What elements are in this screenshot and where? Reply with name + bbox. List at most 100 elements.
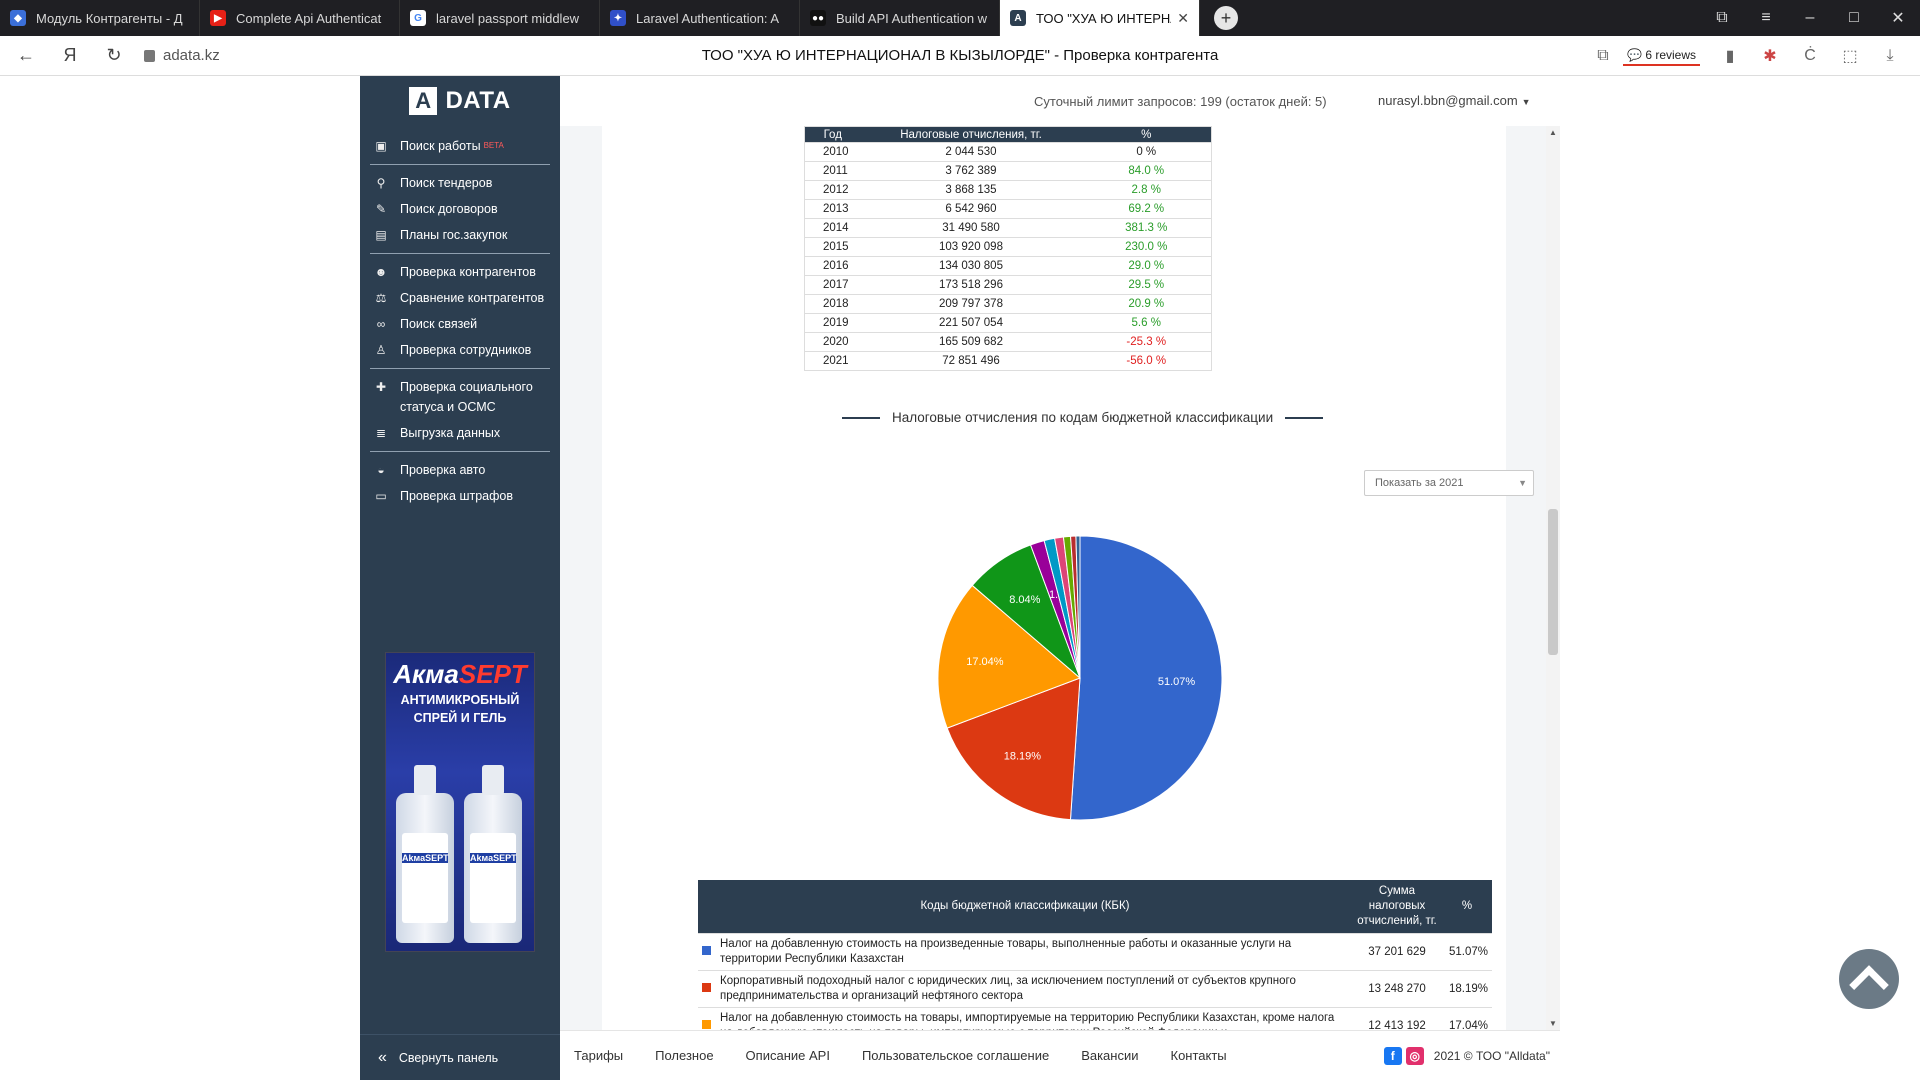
advertisement-banner[interactable]: АкмаSEPT АНТИМИКРОБНЫЙ СПРЕЙ И ГЕЛЬ Akмa… xyxy=(385,652,535,952)
year-table-cell-year: 2021 xyxy=(804,351,861,371)
menu-icon[interactable]: ≡ xyxy=(1744,9,1788,27)
sidebar-item[interactable]: ☻ Проверка контрагентов xyxy=(360,262,560,282)
sidebar-item[interactable]: ⚲ Поиск тендеров xyxy=(360,173,560,193)
footer-link[interactable]: Вакансии xyxy=(1081,1048,1138,1063)
sidebar-item[interactable]: ▭ Проверка штрафов xyxy=(360,486,560,506)
scroll-to-top-button[interactable] xyxy=(1839,949,1899,1009)
url-text: adata.kz xyxy=(163,47,220,64)
title-rule-left xyxy=(842,416,880,419)
maximize-icon[interactable]: □ xyxy=(1832,9,1876,27)
tab-menu-icon[interactable]: ⧉ xyxy=(1700,9,1744,27)
scales-icon: ⚖ xyxy=(375,291,387,305)
spray-bottle-image: AkмaSEPT xyxy=(464,765,522,943)
sidebar-item[interactable]: ◒ Проверка авто xyxy=(360,460,560,480)
contract-icon: ✎ xyxy=(375,202,387,216)
sidebar-item[interactable]: ▣ Поиск работы BETA xyxy=(360,136,560,156)
pie-slice-label: 8.04% xyxy=(1009,594,1040,606)
reload-icon[interactable]: ↻ xyxy=(96,45,132,66)
reviews-badge[interactable]: 💬 6 reviews xyxy=(1623,46,1700,66)
year-column-header: Год xyxy=(804,126,861,143)
sidebar-item[interactable]: ▤ Планы гос.закупок xyxy=(360,225,560,245)
kbk-cell-pct: 18.19% xyxy=(1442,970,1492,1008)
kbk-cell-sum: 13 248 270 xyxy=(1352,970,1442,1008)
year-select[interactable]: Показать за 2021 ▼ xyxy=(1364,470,1534,496)
back-icon[interactable]: ← xyxy=(8,45,44,66)
sidebar: A DATA ▣ Поиск работы BETA ⚲ Поиск тендеров ✎… xyxy=(360,76,560,1080)
pie-slice[interactable] xyxy=(1069,535,1223,821)
browser-tab[interactable]: ●● Build API Authentication w xyxy=(800,0,1000,36)
table-row: Корпоративный подоходный налог с юридиче… xyxy=(698,970,1492,1008)
year-table-cell-amount: 31 490 580 xyxy=(860,218,1082,238)
sidebar-item-label: Сравнение контрагентов xyxy=(400,291,545,305)
year-table-cell-pct: 84.0 % xyxy=(1081,161,1212,181)
bookmark-icon[interactable]: ▮ xyxy=(1710,46,1750,66)
title-rule-right xyxy=(1285,416,1324,419)
footer-link[interactable]: Контакты xyxy=(1171,1048,1227,1063)
tab-favicon-icon: ▶ xyxy=(210,10,226,26)
footer-link[interactable]: Описание API xyxy=(746,1048,830,1063)
footer-link[interactable]: Тарифы xyxy=(574,1048,623,1063)
main-content: Год Налоговые отчисления, тг. % 2010 2 04… xyxy=(560,126,1560,1030)
browser-tab[interactable]: ✦ Laravel Authentication: A xyxy=(600,0,800,36)
footer-link[interactable]: Пользовательское соглашение xyxy=(862,1048,1049,1063)
table-row: 2017 173 518 296 29.5 % xyxy=(804,275,1212,295)
instagram-icon[interactable]: ◎ xyxy=(1405,1047,1424,1065)
extension-bug-icon[interactable]: ✱ xyxy=(1750,46,1790,66)
amount-column-header: Налоговые отчисления, тг. xyxy=(860,126,1082,143)
year-table-cell-year: 2017 xyxy=(804,275,861,295)
logo[interactable]: A DATA xyxy=(360,76,560,126)
sidebar-item[interactable]: ⚖ Сравнение контрагентов xyxy=(360,288,560,308)
year-table-cell-amount: 3 762 389 xyxy=(860,161,1082,181)
year-table-cell-amount: 173 518 296 xyxy=(860,275,1082,295)
footer-link[interactable]: Полезное xyxy=(655,1048,713,1063)
percent-column-header: % xyxy=(1081,126,1212,143)
download-icon[interactable]: ⤓ xyxy=(1870,47,1910,65)
scroll-down-icon[interactable]: ▼ xyxy=(1549,1019,1557,1028)
scroll-up-icon[interactable]: ▲ xyxy=(1549,128,1557,137)
sidebar-item[interactable]: ✚ Проверка социального статуса и ОСМС xyxy=(360,377,560,417)
extension-icon[interactable]: Ċ xyxy=(1790,47,1830,65)
scrollbar-thumb[interactable] xyxy=(1548,509,1558,655)
new-tab-button[interactable]: + xyxy=(1214,6,1238,30)
year-table-cell-year: 2014 xyxy=(804,218,861,238)
minimize-icon[interactable]: – xyxy=(1788,9,1832,27)
collapse-panel-label: Свернуть панель xyxy=(398,1050,499,1065)
pie-slice-label: 1. xyxy=(1049,589,1058,601)
collections-icon[interactable]: ⬚ xyxy=(1830,46,1870,66)
page-scrollbar[interactable]: ▲ ▼ xyxy=(1546,126,1560,1030)
legend-swatch xyxy=(702,945,711,955)
address-bar: ← Я ↻ adata.kz ТОО "ХУА Ю ИНТЕРНАЦИОНАЛ … xyxy=(0,36,1920,76)
kbk-cell-pct: 51.07% xyxy=(1442,933,1492,971)
facebook-icon[interactable]: f xyxy=(1383,1047,1402,1065)
caret-down-icon: ▼ xyxy=(1521,97,1531,107)
sidebar-item[interactable]: ≣ Выгрузка данных xyxy=(360,423,560,443)
sidebar-item[interactable]: ✎ Поиск договоров xyxy=(360,199,560,219)
kbk-cell-pct: 17.04% xyxy=(1442,1007,1492,1030)
sidebar-item[interactable]: ♙ Проверка сотрудников xyxy=(360,340,560,360)
url-field[interactable]: adata.kz xyxy=(144,47,220,64)
database-icon: ≣ xyxy=(375,426,387,440)
year-table-cell-pct: -56.0 % xyxy=(1081,351,1212,371)
browser-tab-bar: ◆ Модуль Контрагенты - Д ▶ Complete Api Aut… xyxy=(0,0,1920,36)
table-row: 2018 209 797 378 20.9 % xyxy=(804,294,1212,314)
year-table-cell-pct: 230.0 % xyxy=(1081,237,1212,257)
yandex-icon[interactable]: Я xyxy=(52,45,88,66)
user-email: nurasyl.bbn@gmail.com xyxy=(1378,93,1518,108)
sidebar-item-label: Поиск работы xyxy=(400,139,481,153)
sidebar-item[interactable]: ∞ Поиск связей xyxy=(360,314,560,334)
browser-tab[interactable]: Glaravel passport middlew xyxy=(400,0,600,36)
close-window-icon[interactable]: ✕ xyxy=(1876,8,1920,28)
kbk-section-title: Налоговые отчисления по кодам бюджетной … xyxy=(842,410,1352,425)
sidebar-menu: ▣ Поиск работы BETA ⚲ Поиск тендеров ✎ Поиск д… xyxy=(360,136,560,506)
browser-tab[interactable]: ◆ Модуль Контрагенты - Д xyxy=(0,0,200,36)
collapse-panel-button[interactable]: « Свернуть панель xyxy=(360,1034,560,1080)
tab-favicon-icon: A xyxy=(1010,10,1026,26)
copy-icon[interactable]: ⧉ xyxy=(1583,47,1623,65)
user-menu[interactable]: nurasyl.bbn@gmail.com ▼ xyxy=(1378,93,1531,108)
browser-tab[interactable]: ▶ Complete Api Authenticat xyxy=(200,0,400,36)
kbk-cell-name: Налог на добавленную стоимость на произв… xyxy=(716,933,1352,971)
year-table-cell-year: 2010 xyxy=(804,142,861,162)
browser-tab[interactable]: A ТОО "ХУА Ю ИНТЕРНА ✕ xyxy=(1000,0,1200,36)
sidebar-item-label: Проверка контрагентов xyxy=(400,265,536,279)
close-tab-icon[interactable]: ✕ xyxy=(1177,10,1189,27)
